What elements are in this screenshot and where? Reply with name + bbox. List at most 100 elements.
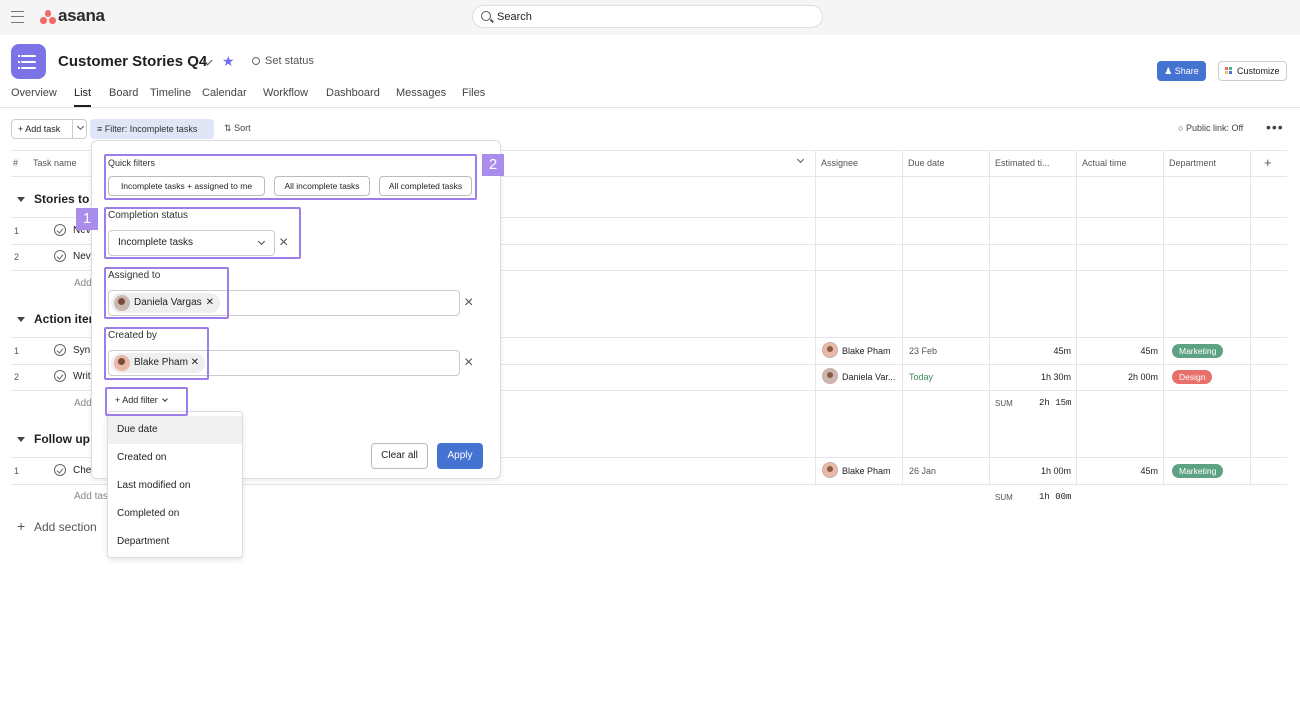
tab-dashboard[interactable]: Dashboard — [326, 87, 380, 99]
annotation-badge: 1 — [76, 208, 98, 230]
complete-check-icon[interactable] — [54, 464, 66, 476]
tab-overview[interactable]: Overview — [11, 87, 57, 99]
chevron-down-icon[interactable] — [76, 122, 85, 131]
avatar[interactable] — [822, 462, 838, 478]
sort-button[interactable]: ⇅ Sort — [224, 123, 251, 134]
apply-button[interactable]: Apply — [437, 443, 483, 469]
due-date[interactable]: Today — [909, 372, 933, 382]
status-circle-icon — [252, 57, 260, 65]
tab-calendar[interactable]: Calendar — [202, 87, 247, 99]
globe-icon: ○ — [1178, 123, 1184, 133]
filter-icon: ≡ — [97, 124, 103, 134]
task-name[interactable]: Syn — [73, 345, 90, 356]
close-icon[interactable]: × — [464, 355, 473, 371]
col-assignee[interactable]: Assignee — [821, 158, 858, 168]
share-button[interactable]: ♟ Share — [1157, 61, 1206, 81]
due-date[interactable]: 26 Jan — [909, 466, 936, 476]
highlight-box — [105, 387, 188, 416]
estimated-time[interactable]: 1h 00m — [1011, 466, 1071, 476]
actual-time[interactable]: 2h 00m — [1098, 372, 1158, 382]
col-department[interactable]: Department — [1169, 158, 1216, 168]
menu-item-last-modified-on[interactable]: Last modified on — [108, 472, 242, 500]
complete-check-icon[interactable] — [54, 344, 66, 356]
project-title[interactable]: Customer Stories Q4 — [58, 53, 207, 70]
filter-button[interactable]: ≡ Filter: Incomplete tasks — [90, 119, 214, 139]
close-icon[interactable]: × — [464, 295, 473, 311]
add-column-icon[interactable]: + — [1264, 155, 1272, 170]
col-task-name[interactable]: Task name — [33, 158, 77, 168]
tab-divider — [0, 107, 1300, 108]
menu-item-due-date[interactable]: Due date — [108, 416, 242, 444]
estimated-time[interactable]: 1h 30m — [1011, 372, 1071, 382]
assignee-name[interactable]: Daniela Var... — [842, 372, 895, 382]
assignee-name[interactable]: Blake Pham — [842, 346, 891, 356]
row-number: 1 — [14, 226, 20, 236]
add-task-link[interactable]: Add — [74, 278, 92, 289]
row-number: 2 — [14, 252, 20, 262]
estimated-time[interactable]: 45m — [1011, 346, 1071, 356]
due-date[interactable]: 23 Feb — [909, 346, 937, 356]
tab-board[interactable]: Board — [109, 87, 138, 99]
col-estimated-time[interactable]: Estimated ti... — [995, 158, 1050, 168]
avatar[interactable] — [822, 342, 838, 358]
public-link-button[interactable]: ○ Public link: Off — [1178, 123, 1243, 133]
tab-timeline[interactable]: Timeline — [150, 87, 191, 99]
task-name[interactable]: Nev — [73, 251, 91, 262]
filter-label: Filter: Incomplete tasks — [104, 124, 198, 134]
app-logo-text[interactable]: asana — [58, 6, 105, 26]
menu-item-created-on[interactable]: Created on — [108, 444, 242, 472]
clear-all-button[interactable]: Clear all — [371, 443, 428, 469]
col-divider — [1076, 150, 1077, 485]
menu-item-department[interactable]: Department — [108, 528, 242, 556]
add-filter-menu: Due date Created on Last modified on Com… — [107, 411, 243, 558]
col-due-date[interactable]: Due date — [908, 158, 945, 168]
collapse-triangle-icon[interactable] — [17, 437, 25, 442]
add-section-button[interactable]: Add section — [34, 520, 97, 534]
tab-messages[interactable]: Messages — [396, 87, 446, 99]
menu-item-completed-on[interactable]: Completed on — [108, 500, 242, 528]
row-number: 1 — [14, 466, 20, 476]
complete-check-icon[interactable] — [54, 250, 66, 262]
set-status-button[interactable]: Set status — [265, 55, 314, 67]
col-divider — [989, 150, 990, 485]
customize-grid-icon — [1225, 67, 1233, 75]
actual-time[interactable]: 45m — [1098, 466, 1158, 476]
department-tag[interactable]: Marketing — [1172, 464, 1224, 478]
customize-label: Customize — [1237, 66, 1280, 76]
assignee-name[interactable]: Blake Pham — [842, 466, 891, 476]
sort-label: Sort — [234, 123, 251, 133]
add-task-button[interactable]: + Add task — [11, 119, 87, 139]
project-list-icon — [11, 44, 46, 79]
tab-files[interactable]: Files — [462, 87, 485, 99]
tab-list[interactable]: List — [74, 87, 91, 99]
avatar[interactable] — [822, 368, 838, 384]
col-divider — [902, 150, 903, 485]
sort-icon: ⇅ — [224, 123, 232, 133]
add-task-link[interactable]: Add — [74, 398, 92, 409]
asana-logo-icon[interactable] — [40, 10, 56, 24]
hamburger-icon[interactable] — [11, 11, 24, 23]
collapse-triangle-icon[interactable] — [17, 317, 25, 322]
actual-time[interactable]: 45m — [1098, 346, 1158, 356]
task-name[interactable]: Che — [73, 465, 91, 476]
complete-check-icon[interactable] — [54, 224, 66, 236]
search-input[interactable]: Search — [472, 5, 823, 28]
public-link-label: Public link: Off — [1185, 123, 1244, 133]
add-task-link[interactable]: Add tas — [74, 491, 108, 502]
collapse-triangle-icon[interactable] — [17, 197, 25, 202]
sum-value: 2h 15m — [1039, 398, 1072, 408]
complete-check-icon[interactable] — [54, 370, 66, 382]
plus-icon[interactable]: + — [17, 518, 25, 534]
star-icon[interactable]: ★ — [222, 53, 235, 69]
department-tag[interactable]: Marketing — [1172, 344, 1224, 358]
add-task-label: Add task — [25, 124, 61, 134]
more-options-icon[interactable]: ••• — [1266, 119, 1284, 135]
customize-button[interactable]: Customize — [1218, 61, 1287, 81]
task-name[interactable]: Writ — [73, 371, 91, 382]
section-title[interactable]: Action iter — [34, 312, 93, 326]
col-actual-time[interactable]: Actual time — [1082, 158, 1127, 168]
section-title[interactable]: Stories to — [34, 192, 89, 206]
section-title[interactable]: Follow up — [34, 432, 90, 446]
department-tag[interactable]: Design — [1172, 370, 1213, 384]
tab-workflow[interactable]: Workflow — [263, 87, 308, 99]
